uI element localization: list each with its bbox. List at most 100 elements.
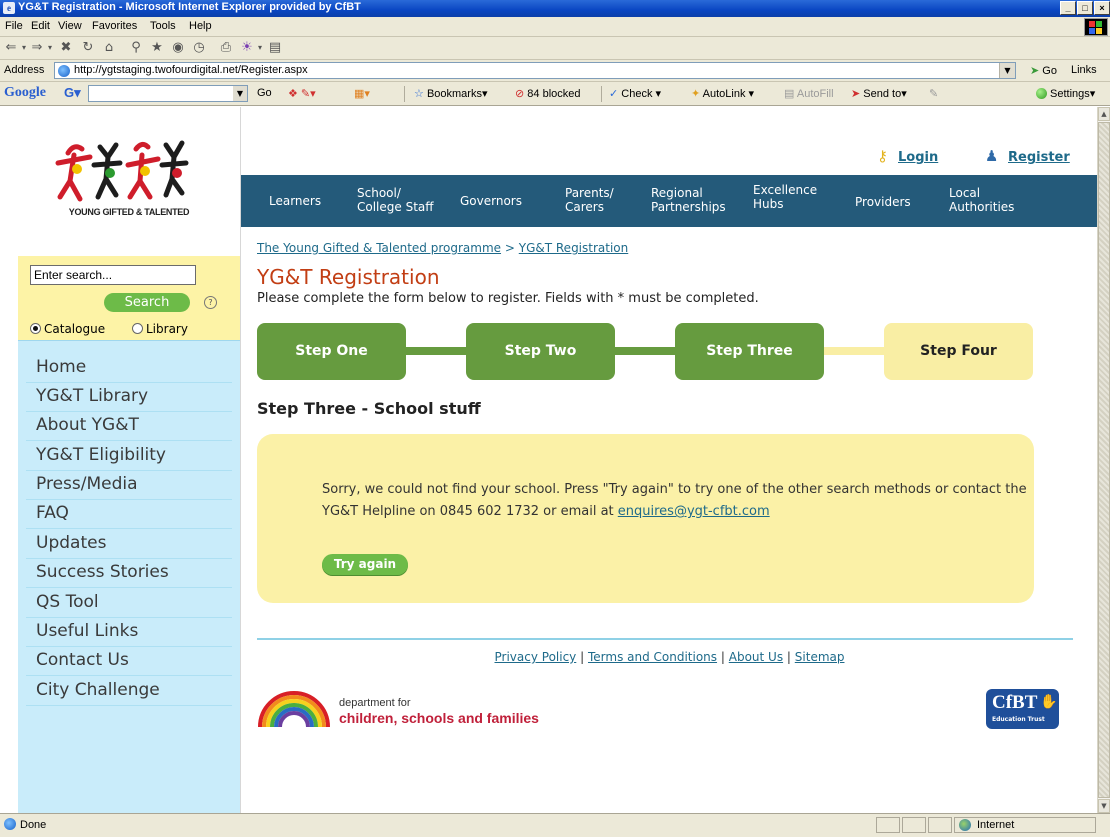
topnav-excellence-line1: Excellence — [753, 183, 818, 197]
step-three: Step Three — [675, 323, 824, 380]
media-icon[interactable]: ◉ — [170, 40, 186, 56]
spellcheck-button[interactable]: ✓ Check ▾ — [609, 87, 661, 100]
try-again-button[interactable]: Try again — [322, 554, 408, 575]
topnav-learners[interactable]: Learners — [269, 194, 321, 208]
radio-library[interactable]: Library — [132, 322, 188, 336]
topnav-local-authorities[interactable]: Local Authorities — [949, 186, 1014, 214]
sidebar-item-ygt-library[interactable]: YG&T Library — [36, 386, 148, 406]
maximize-button[interactable]: □ — [1077, 1, 1093, 15]
bookmarks-button[interactable]: ☆ Bookmarks▾ — [414, 87, 487, 100]
sidebar-item-city-challenge[interactable]: City Challenge — [36, 680, 160, 700]
register-link[interactable]: Register — [1008, 150, 1070, 165]
edit-page-icon[interactable]: ▤ — [268, 40, 282, 56]
google-go-button[interactable]: Go — [257, 87, 272, 99]
menu-favorites[interactable]: Favorites — [92, 20, 137, 32]
google-search-dropdown-icon[interactable]: ▼ — [233, 86, 247, 101]
ygt-logo-figures[interactable] — [50, 135, 190, 205]
sidebar-item-home[interactable]: Home — [36, 357, 86, 377]
refresh-icon[interactable]: ↻ — [80, 40, 96, 56]
sidebar-item-press-media[interactable]: Press/Media — [36, 474, 138, 494]
sidebar-item-success-stories[interactable]: Success Stories — [36, 562, 169, 582]
settings-button[interactable]: Settings▾ — [1036, 87, 1095, 100]
topnav-parents-carers[interactable]: Parents/Carers — [565, 186, 614, 214]
menu-help[interactable]: Help — [189, 20, 212, 32]
site-search-input[interactable] — [30, 265, 196, 285]
sidebar-item-faq[interactable]: FAQ — [36, 503, 69, 523]
step-four: Step Four — [884, 323, 1033, 380]
topnav-school-staff-line1: School/ — [357, 186, 401, 200]
highlight-icon[interactable]: ✎ — [929, 87, 938, 100]
stop-icon[interactable]: ✖ — [58, 40, 74, 56]
menu-file[interactable]: File — [5, 20, 23, 32]
scroll-up-icon[interactable]: ▲ — [1098, 107, 1110, 121]
go-button[interactable]: ➤ Go — [1030, 64, 1057, 77]
google-search-input[interactable]: ▼ — [88, 85, 248, 102]
topnav-providers[interactable]: Providers — [855, 195, 911, 209]
help-icon[interactable]: ? — [204, 296, 217, 309]
helpline-email-link[interactable]: enquires@ygt-cfbt.com — [618, 504, 770, 519]
topnav-excellence-hubs[interactable]: Excellence Hubs — [753, 183, 817, 211]
sidebar-item-about[interactable]: About YG&T — [36, 415, 139, 435]
links-button[interactable]: Links — [1071, 64, 1097, 76]
footer-about-link[interactable]: About Us — [729, 650, 783, 664]
sendto-button[interactable]: ➤ Send to▾ — [851, 87, 907, 100]
cfbt-logo-tagline: Education Trust — [992, 716, 1045, 723]
footer-terms-link[interactable]: Terms and Conditions — [588, 650, 717, 664]
google-logo[interactable]: Google — [4, 85, 46, 101]
favorites-icon[interactable]: ★ — [149, 40, 165, 56]
toolbar-separator — [404, 86, 405, 102]
cfbt-logo[interactable]: CfBT ✋ Education Trust — [986, 689, 1059, 729]
topnav-regional-partnerships[interactable]: Regional Partnerships — [651, 186, 726, 214]
status-text: Done — [20, 819, 47, 831]
topnav-school-staff[interactable]: School/College Staff — [357, 186, 434, 214]
messenger-dropdown-icon[interactable]: ▾ — [256, 40, 264, 56]
topnav-governors[interactable]: Governors — [460, 194, 522, 208]
sidebar-item-eligibility[interactable]: YG&T Eligibility — [36, 445, 166, 465]
address-bar: Address http://ygtstaging.twofourdigital… — [0, 60, 1110, 82]
radio-catalogue-label: Catalogue — [44, 322, 106, 336]
site-search-button[interactable]: Search — [104, 293, 190, 312]
close-button[interactable]: × — [1094, 1, 1110, 15]
scroll-down-icon[interactable]: ▼ — [1098, 799, 1110, 813]
breadcrumb-separator: > — [504, 241, 515, 255]
forward-icon[interactable]: ⇒ — [30, 40, 44, 56]
page-viewport: YOUNG GIFTED & TALENTED Search ? Catalog… — [0, 107, 1097, 813]
google-menu-icon[interactable]: G▾ — [64, 85, 81, 101]
back-icon[interactable]: ⇐ — [4, 40, 18, 56]
nav-divider — [26, 440, 232, 441]
google-news-icon[interactable]: ❖ ✎▾ — [288, 87, 316, 100]
autofill-button[interactable]: ▤ AutoFill — [784, 87, 834, 100]
home-icon[interactable]: ⌂ — [101, 40, 117, 56]
sidebar-item-contact-us[interactable]: Contact Us — [36, 650, 129, 670]
vertical-scrollbar[interactable]: ▲ ▼ — [1097, 107, 1110, 813]
sidebar-item-qs-tool[interactable]: QS Tool — [36, 592, 99, 612]
minimize-button[interactable]: _ — [1060, 1, 1076, 15]
messenger-icon[interactable]: ☀ — [239, 40, 255, 56]
radio-catalogue[interactable]: Catalogue — [30, 322, 105, 336]
search-icon[interactable]: ⚲ — [128, 40, 144, 56]
menu-edit[interactable]: Edit — [31, 20, 50, 32]
sidebar-item-useful-links[interactable]: Useful Links — [36, 621, 138, 641]
login-link[interactable]: Login — [898, 150, 938, 165]
google-pagerank-icon[interactable]: ▦▾ — [354, 87, 370, 100]
popup-blocker-button[interactable]: ⊘ 84 blocked — [515, 87, 581, 100]
breadcrumb-home-link[interactable]: The Young Gifted & Talented programme — [257, 241, 501, 255]
menu-view[interactable]: View — [58, 20, 82, 32]
address-input[interactable]: http://ygtstaging.twofourdigital.net/Reg… — [54, 62, 1016, 79]
history-icon[interactable]: ◷ — [191, 40, 207, 56]
print-icon[interactable]: ⎙ — [218, 40, 234, 56]
menu-tools[interactable]: Tools — [150, 20, 176, 32]
footer-sitemap-link[interactable]: Sitemap — [795, 650, 845, 664]
sidebar-item-updates[interactable]: Updates — [36, 533, 106, 553]
autolink-button[interactable]: ✦ AutoLink ▾ — [691, 87, 754, 100]
sidebar: YOUNG GIFTED & TALENTED Search ? Catalog… — [18, 107, 240, 813]
back-dropdown-icon[interactable]: ▾ — [20, 40, 28, 56]
dcsf-logo[interactable]: department for children, schools and fam… — [257, 687, 557, 729]
forward-dropdown-icon[interactable]: ▾ — [46, 40, 54, 56]
breadcrumb-current-link[interactable]: YG&T Registration — [519, 241, 629, 255]
navigation-toolbar: ⇐ ▾ ⇒ ▾ ✖ ↻ ⌂ ⚲ ★ ◉ ◷ ⎙ ☀ ▾ ▤ — [0, 37, 1110, 60]
address-url[interactable]: http://ygtstaging.twofourdigital.net/Reg… — [74, 64, 308, 76]
footer-privacy-link[interactable]: Privacy Policy — [495, 650, 577, 664]
scrollbar-thumb[interactable] — [1098, 122, 1110, 798]
address-dropdown-icon[interactable]: ▼ — [999, 63, 1015, 78]
